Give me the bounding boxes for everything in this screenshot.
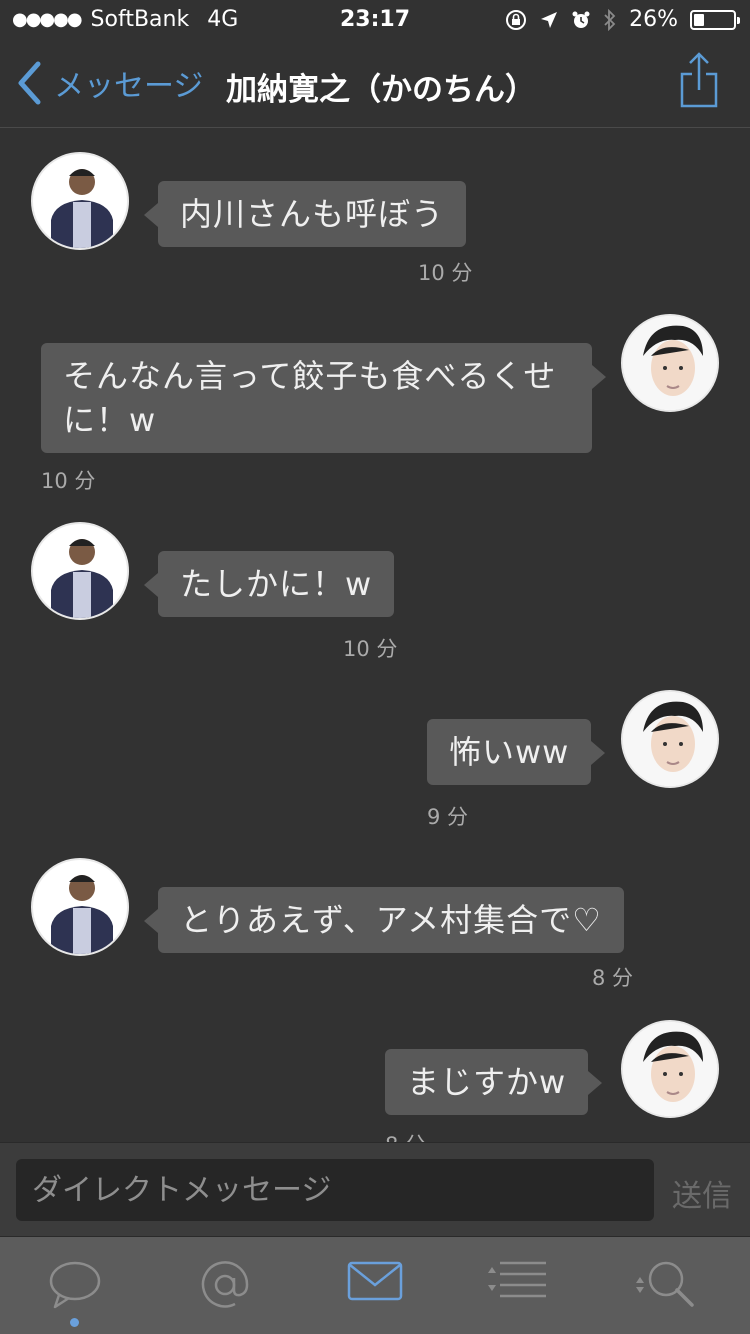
at-sign-icon — [201, 1261, 249, 1308]
message-text: たしかに！w — [180, 565, 373, 603]
speech-bubble-icon — [49, 1261, 101, 1309]
message-text: 内川さんも呼ぼう — [180, 195, 445, 233]
avatar-self[interactable] — [621, 1020, 719, 1118]
send-button[interactable]: 送信 — [672, 1171, 732, 1215]
avatar-contact[interactable] — [31, 152, 129, 250]
battery-cap — [737, 16, 740, 24]
nav-bar: メッセージ 加納寛之（かのちん） — [0, 40, 750, 128]
message-time: 10 分 — [41, 469, 96, 493]
message-bubble[interactable]: そんなん言って餃子も食べるくせ に！w — [41, 343, 606, 453]
avatar-contact[interactable] — [31, 522, 129, 620]
person-icon — [51, 169, 113, 248]
back-button[interactable]: メッセージ — [14, 60, 203, 106]
tab-messages[interactable] — [340, 1259, 410, 1319]
message-text-line2: に！w — [63, 401, 157, 439]
tab-search[interactable] — [630, 1259, 700, 1319]
message-time: 8 分 — [592, 966, 634, 990]
message-time: 9 分 — [427, 805, 469, 829]
message-text: そんなん言って餃子も食べるくせ — [63, 357, 557, 395]
battery-icon — [690, 9, 740, 30]
battery-percent: 26% — [629, 7, 678, 32]
search-icon — [636, 1261, 694, 1307]
envelope-icon — [347, 1261, 403, 1301]
list-icon — [488, 1261, 546, 1298]
avatar-self[interactable] — [621, 690, 719, 788]
alarm-icon — [572, 11, 590, 28]
avatar-contact[interactable] — [31, 858, 129, 956]
chevron-left-icon — [18, 61, 41, 105]
message-bubble[interactable]: とりあえず、アメ村集合で♡ — [144, 887, 624, 953]
location-arrow-icon — [541, 11, 558, 28]
message-bubble[interactable]: たしかに！w — [143, 551, 395, 617]
message-time: 8 分 — [385, 1129, 426, 1142]
message-bubble[interactable]: まじすかw — [385, 1049, 603, 1115]
message-text: 怖いww — [449, 733, 570, 771]
message-bubble[interactable]: 怖いww — [427, 719, 606, 785]
battery-level — [694, 13, 704, 26]
avatar-self[interactable] — [621, 314, 719, 412]
message-text: まじすかw — [407, 1063, 567, 1101]
person-icon — [51, 875, 113, 954]
share-icon[interactable] — [678, 50, 720, 110]
composer-bar: 送信 — [0, 1142, 750, 1236]
message-time: 10 分 — [343, 637, 398, 661]
message-text: とりあえず、アメ村集合で♡ — [180, 901, 602, 939]
rotation-lock-icon — [506, 9, 527, 30]
direct-message-input[interactable] — [16, 1159, 654, 1221]
tab-bar — [0, 1236, 750, 1334]
back-label: メッセージ — [54, 69, 204, 104]
status-right: 26% — [505, 7, 740, 32]
message-bubble[interactable]: 内川さんも呼ぼう — [143, 181, 467, 247]
message-list[interactable]: 内川さんも呼ぼう 10 分 そんなん言って餃子も食べるくせ に！w 10 分 た… — [0, 129, 750, 1142]
bluetooth-icon — [604, 8, 616, 31]
person-icon — [623, 316, 717, 410]
message-time: 10 分 — [418, 261, 473, 285]
status-bar: ●●●●● SoftBank 4G 23:17 26% — [0, 0, 750, 40]
person-icon — [623, 1022, 717, 1116]
person-icon — [623, 692, 717, 786]
active-tab-indicator — [70, 1318, 79, 1327]
page-title: 加納寛之（かのちん） — [226, 72, 536, 108]
tab-timeline[interactable] — [40, 1259, 110, 1319]
tab-lists[interactable] — [480, 1259, 550, 1319]
person-icon — [51, 539, 113, 618]
tab-mentions[interactable] — [190, 1259, 260, 1319]
